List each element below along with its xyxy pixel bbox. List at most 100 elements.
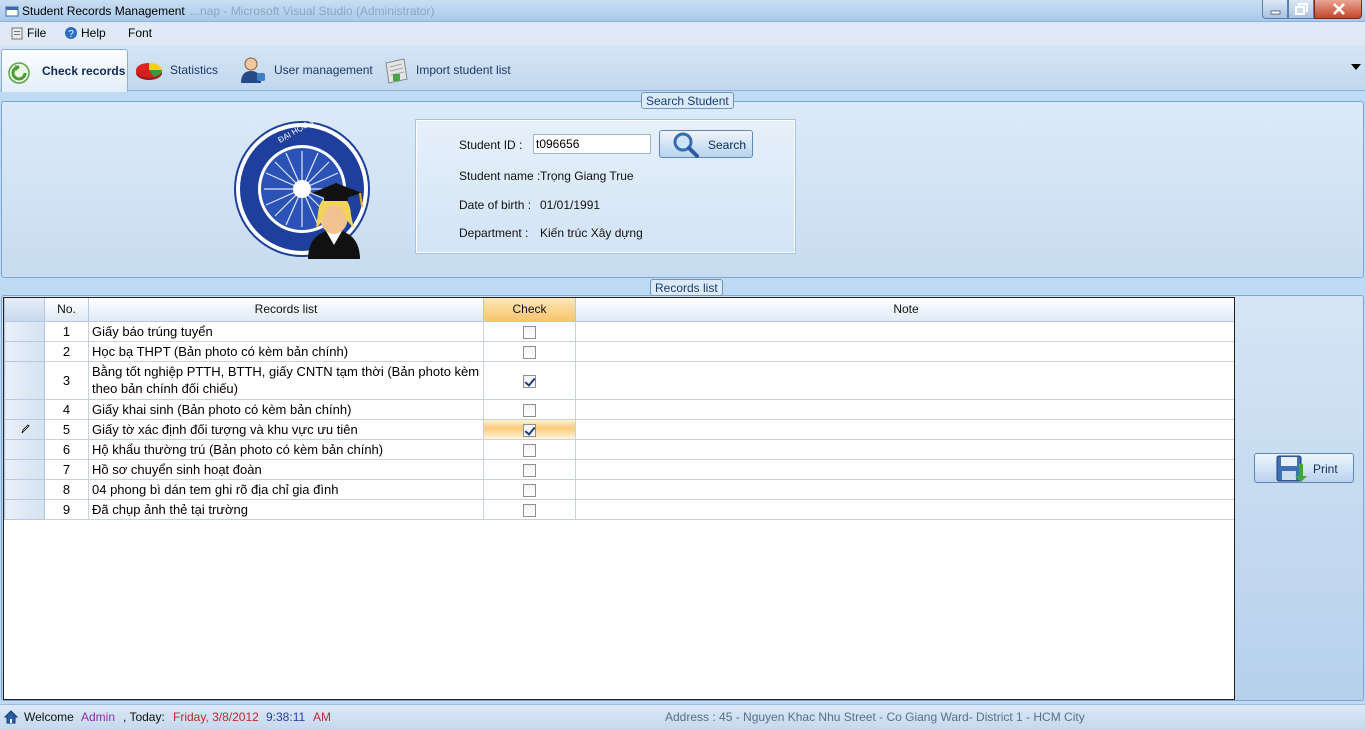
column-header-note[interactable]: Note — [575, 298, 1234, 322]
cell-no[interactable]: 7 — [44, 458, 89, 480]
cell-note[interactable] — [575, 320, 1234, 342]
cell-record-name[interactable]: Hộ khẩu thường trú (Bản photo có kèm bản… — [88, 438, 484, 460]
svg-text:?: ? — [68, 29, 74, 40]
save-print-icon — [1276, 455, 1307, 482]
row-header[interactable] — [4, 320, 45, 342]
row-header[interactable] — [4, 498, 45, 520]
menu-font[interactable]: Font — [128, 26, 152, 40]
row-header[interactable] — [4, 360, 45, 400]
cell-no[interactable]: 5 — [44, 418, 89, 440]
records-grid[interactable]: No. Records list Check Note 1 Giấy báo tr… — [3, 297, 1235, 700]
cell-check[interactable] — [483, 458, 576, 480]
cell-record-name[interactable]: Bằng tốt nghiệp PTTH, BTTH, giấy CNTN tạ… — [88, 360, 484, 400]
record-checkbox[interactable] — [523, 483, 536, 497]
address-text: Address : 45 - Nguyen Khac Nhu Street - … — [665, 710, 1085, 724]
tab-statistics[interactable]: Statistics — [134, 49, 218, 91]
cell-record-name[interactable]: Đã chụp ảnh thẻ tại trường — [88, 498, 484, 520]
table-row[interactable]: 2 Học bạ THPT (Bản photo có kèm bản chính… — [4, 340, 1234, 362]
tab-user-management[interactable]: User management — [238, 49, 373, 91]
table-row[interactable]: 7 Hồ sơ chuyển sinh hoạt đoàn — [4, 458, 1234, 480]
date-of-birth-label: Date of birth : — [459, 198, 532, 212]
print-button[interactable]: Print — [1254, 453, 1354, 483]
search-button[interactable]: Search — [659, 130, 753, 158]
cell-record-name[interactable]: Hồ sơ chuyển sinh hoạt đoàn — [88, 458, 484, 480]
cell-no[interactable]: 6 — [44, 438, 89, 460]
cell-check[interactable] — [483, 340, 576, 362]
menu-bar: File ? Help Font — [0, 22, 1365, 45]
file-icon — [11, 27, 23, 40]
cell-note[interactable] — [575, 340, 1234, 362]
select-all-corner[interactable] — [4, 298, 45, 322]
cell-no[interactable]: 2 — [44, 340, 89, 362]
cell-no[interactable]: 3 — [44, 360, 89, 400]
cell-check[interactable] — [483, 398, 576, 420]
restore-icon — [1295, 3, 1308, 15]
table-row[interactable]: 8 04 phong bì dán tem ghi rõ địa chỉ gia … — [4, 478, 1234, 500]
minimize-button[interactable] — [1262, 0, 1288, 19]
cell-check[interactable] — [483, 320, 576, 342]
cell-note[interactable] — [575, 438, 1234, 460]
cell-no[interactable]: 4 — [44, 398, 89, 420]
column-header-records-list[interactable]: Records list — [88, 298, 484, 322]
cell-record-name[interactable]: Giấy tờ xác định đối tượng và khu vực ưu… — [88, 418, 484, 440]
record-checkbox[interactable] — [523, 403, 536, 417]
cell-check[interactable] — [483, 418, 576, 440]
record-checkbox[interactable] — [523, 443, 536, 457]
cell-note[interactable] — [575, 418, 1234, 440]
university-seal-logo: ĐẠI HỌC VĂN LANG — [234, 121, 370, 259]
cell-check[interactable] — [483, 438, 576, 460]
cell-no[interactable]: 1 — [44, 320, 89, 342]
table-row[interactable]: 5 Giấy tờ xác định đối tượng và khu vực ư… — [4, 418, 1234, 440]
row-header[interactable] — [4, 340, 45, 362]
row-header[interactable] — [4, 478, 45, 500]
table-row[interactable]: 6 Hộ khẩu thường trú (Bản photo có kèm bả… — [4, 438, 1234, 460]
record-checkbox[interactable] — [523, 503, 536, 517]
welcome-label: Welcome — [24, 710, 74, 724]
close-button[interactable] — [1314, 0, 1362, 19]
cell-record-name[interactable]: Giấy khai sinh (Bản photo có kèm bản chí… — [88, 398, 484, 420]
record-checkbox[interactable] — [523, 374, 536, 388]
close-icon — [1333, 3, 1345, 15]
cell-note[interactable] — [575, 398, 1234, 420]
cell-note[interactable] — [575, 458, 1234, 480]
row-header[interactable] — [4, 458, 45, 480]
cell-no[interactable]: 9 — [44, 498, 89, 520]
student-id-input[interactable] — [533, 134, 651, 154]
cell-check[interactable] — [483, 498, 576, 520]
cell-check[interactable] — [483, 360, 576, 400]
date-of-birth-value: 01/01/1991 — [540, 198, 601, 212]
row-header[interactable] — [4, 398, 45, 420]
cell-note[interactable] — [575, 478, 1234, 500]
record-checkbox[interactable] — [523, 345, 536, 359]
pie-chart-icon — [135, 63, 163, 80]
search-icon — [673, 132, 699, 158]
cell-no[interactable]: 8 — [44, 478, 89, 500]
record-checkbox[interactable] — [523, 463, 536, 477]
today-label: , Today: — [123, 710, 165, 724]
column-header-no[interactable]: No. — [44, 298, 89, 322]
minimize-icon — [1270, 10, 1281, 15]
table-row[interactable]: 3 Bằng tốt nghiệp PTTH, BTTH, giấy CNTN t… — [4, 360, 1234, 400]
cell-check[interactable] — [483, 478, 576, 500]
menu-help[interactable]: ? Help — [64, 26, 106, 40]
record-checkbox[interactable] — [523, 325, 536, 339]
back-arrow-icon — [8, 62, 30, 84]
cell-record-name[interactable]: Giấy báo trúng tuyển — [88, 320, 484, 342]
table-row[interactable]: 1 Giấy báo trúng tuyển — [4, 320, 1234, 342]
record-checkbox[interactable] — [523, 423, 536, 437]
tab-import-student-list[interactable]: Import student list — [380, 49, 511, 91]
menu-file[interactable]: File — [10, 26, 46, 40]
table-row[interactable]: 9 Đã chụp ảnh thẻ tại trường — [4, 498, 1234, 520]
ribbon-dropdown-arrow-icon[interactable] — [1351, 64, 1361, 70]
current-time: 9:38:11 — [266, 710, 306, 724]
cell-note[interactable] — [575, 360, 1234, 400]
cell-record-name[interactable]: Học bạ THPT (Bản photo có kèm bản chính) — [88, 340, 484, 362]
column-header-check[interactable]: Check — [483, 298, 576, 322]
cell-record-name[interactable]: 04 phong bì dán tem ghi rõ địa chỉ gia đ… — [88, 478, 484, 500]
row-header[interactable] — [4, 418, 45, 440]
restore-button[interactable] — [1288, 0, 1314, 19]
tab-check-records[interactable]: Check records — [1, 49, 128, 92]
row-header[interactable] — [4, 438, 45, 460]
cell-note[interactable] — [575, 498, 1234, 520]
table-row[interactable]: 4 Giấy khai sinh (Bản photo có kèm bản ch… — [4, 398, 1234, 420]
